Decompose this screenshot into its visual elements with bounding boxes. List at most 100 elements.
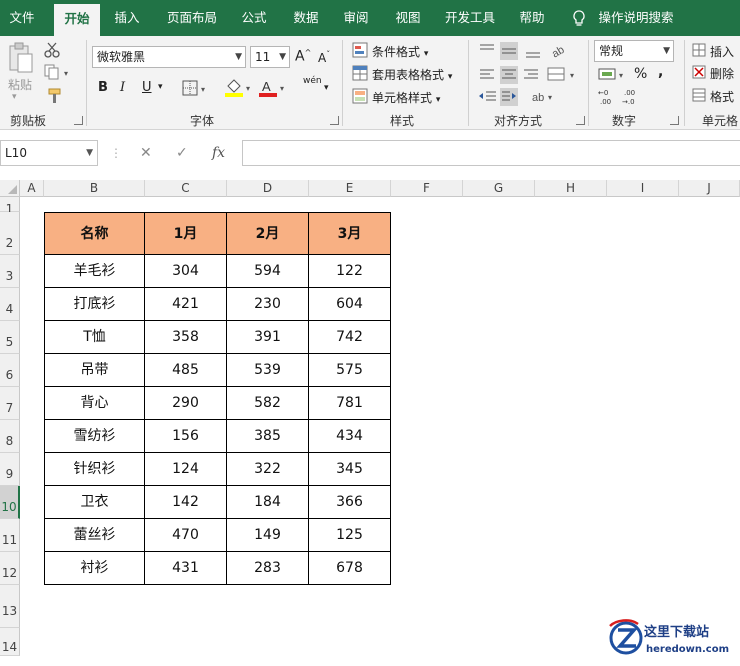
underline-dropdown[interactable]: ▾ bbox=[158, 82, 163, 92]
table-header-cell[interactable]: 1月 bbox=[145, 212, 227, 255]
phonetic-dropdown[interactable]: ▾ bbox=[324, 83, 329, 93]
table-cell[interactable]: 781 bbox=[309, 387, 391, 420]
table-cell[interactable]: 122 bbox=[309, 255, 391, 288]
row-header[interactable]: 6 bbox=[0, 354, 20, 387]
table-cell[interactable]: 打底衫 bbox=[44, 288, 145, 321]
table-cell[interactable]: 582 bbox=[227, 387, 309, 420]
column-header[interactable]: J bbox=[679, 180, 740, 197]
table-cell[interactable]: 背心 bbox=[44, 387, 145, 420]
table-header-cell[interactable]: 3月 bbox=[309, 212, 391, 255]
tab-insert[interactable]: 插入 bbox=[104, 0, 150, 36]
row-header[interactable]: 7 bbox=[0, 387, 20, 420]
table-cell[interactable]: 575 bbox=[309, 354, 391, 387]
column-header[interactable]: A bbox=[20, 180, 44, 197]
table-cell[interactable]: 434 bbox=[309, 420, 391, 453]
font-size-select[interactable]: 11 ▼ bbox=[250, 46, 290, 68]
number-launcher-icon[interactable] bbox=[670, 116, 679, 125]
table-cell[interactable]: 594 bbox=[227, 255, 309, 288]
table-cell[interactable]: 124 bbox=[145, 453, 227, 486]
bold-button[interactable]: B bbox=[98, 80, 108, 95]
row-header[interactable]: 11 bbox=[0, 519, 20, 552]
shrink-font-button[interactable]: Aˇ bbox=[318, 50, 330, 65]
paste-button[interactable]: 粘贴 bbox=[8, 76, 32, 93]
table-cell[interactable]: 345 bbox=[309, 453, 391, 486]
font-color-icon[interactable]: A ▾ bbox=[258, 78, 288, 98]
tab-page-layout[interactable]: 页面布局 bbox=[162, 0, 222, 36]
formula-input[interactable] bbox=[242, 140, 740, 166]
indent-icon[interactable]: ab ▾ bbox=[478, 88, 558, 106]
column-header[interactable]: H bbox=[535, 180, 607, 197]
format-as-table-button[interactable]: 套用表格格式 ▾ bbox=[372, 66, 452, 83]
italic-button[interactable]: I bbox=[120, 80, 125, 95]
row-header[interactable]: 4 bbox=[0, 288, 20, 321]
tab-file[interactable]: 文件 bbox=[0, 0, 44, 36]
table-cell[interactable]: 125 bbox=[309, 519, 391, 552]
table-cell[interactable]: 184 bbox=[227, 486, 309, 519]
column-header[interactable]: E bbox=[309, 180, 391, 197]
insert-cells-button[interactable]: 插入 bbox=[710, 43, 734, 60]
conditional-formatting-button[interactable]: 条件格式 ▾ bbox=[372, 43, 428, 60]
column-header[interactable]: F bbox=[391, 180, 463, 197]
tab-view[interactable]: 视图 bbox=[386, 0, 430, 36]
tab-formulas[interactable]: 公式 bbox=[232, 0, 276, 36]
copy-icon[interactable]: ▾ bbox=[44, 64, 72, 80]
table-cell[interactable]: 卫衣 bbox=[44, 486, 145, 519]
accounting-format-icon[interactable]: ▾ bbox=[598, 66, 628, 82]
row-header[interactable]: 13 bbox=[0, 585, 20, 628]
comma-style-button[interactable]: , bbox=[658, 64, 663, 80]
column-header[interactable]: B bbox=[44, 180, 145, 197]
table-cell[interactable]: 290 bbox=[145, 387, 227, 420]
font-launcher-icon[interactable] bbox=[330, 116, 339, 125]
tell-me-search[interactable]: 操作说明搜索 bbox=[596, 0, 676, 36]
fill-color-icon[interactable]: ▾ bbox=[224, 78, 254, 98]
confirm-entry-button[interactable]: ✓ bbox=[176, 140, 188, 166]
table-cell[interactable]: 142 bbox=[145, 486, 227, 519]
cancel-entry-button[interactable]: ✕ bbox=[140, 140, 152, 166]
column-header[interactable]: I bbox=[607, 180, 679, 197]
row-header[interactable]: 10 bbox=[0, 486, 20, 519]
table-cell[interactable]: 304 bbox=[145, 255, 227, 288]
table-cell[interactable]: T恤 bbox=[44, 321, 145, 354]
table-cell[interactable]: 742 bbox=[309, 321, 391, 354]
row-header[interactable]: 5 bbox=[0, 321, 20, 354]
table-cell[interactable]: 431 bbox=[145, 552, 227, 585]
horizontal-align-icon[interactable]: ▾ bbox=[478, 66, 588, 84]
table-cell[interactable]: 358 bbox=[145, 321, 227, 354]
table-cell[interactable]: 678 bbox=[309, 552, 391, 585]
format-cells-button[interactable]: 格式 bbox=[710, 88, 734, 105]
delete-cells-button[interactable]: 删除 bbox=[710, 65, 734, 82]
paste-dropdown[interactable]: ▾ bbox=[12, 92, 17, 102]
table-cell[interactable]: 421 bbox=[145, 288, 227, 321]
phonetic-guide-button[interactable]: wén bbox=[303, 76, 322, 86]
orientation-icon[interactable]: ab bbox=[550, 42, 566, 58]
table-cell[interactable]: 230 bbox=[227, 288, 309, 321]
table-header-cell[interactable]: 名称 bbox=[44, 212, 145, 255]
percent-style-button[interactable]: % bbox=[634, 66, 647, 82]
tab-home[interactable]: 开始 bbox=[54, 4, 100, 36]
clipboard-launcher-icon[interactable] bbox=[74, 116, 83, 125]
row-header[interactable]: 9 bbox=[0, 453, 20, 486]
table-cell[interactable]: 366 bbox=[309, 486, 391, 519]
table-cell[interactable]: 衬衫 bbox=[44, 552, 145, 585]
table-cell[interactable]: 156 bbox=[145, 420, 227, 453]
format-painter-icon[interactable] bbox=[44, 88, 62, 104]
table-cell[interactable]: 283 bbox=[227, 552, 309, 585]
number-format-select[interactable]: 常规 ▼ bbox=[594, 40, 674, 62]
underline-button[interactable]: U bbox=[142, 80, 152, 95]
table-cell[interactable]: 485 bbox=[145, 354, 227, 387]
row-header[interactable]: 14 bbox=[0, 628, 20, 656]
tab-review[interactable]: 审阅 bbox=[334, 0, 378, 36]
table-cell[interactable]: 385 bbox=[227, 420, 309, 453]
row-header[interactable]: 3 bbox=[0, 255, 20, 288]
column-header[interactable]: C bbox=[145, 180, 227, 197]
name-box[interactable]: L10 ▼ bbox=[0, 140, 98, 166]
table-cell[interactable]: 雪纺衫 bbox=[44, 420, 145, 453]
tab-developer[interactable]: 开发工具 bbox=[440, 0, 500, 36]
vertical-align-icon[interactable] bbox=[478, 42, 548, 60]
increase-decimal-icon[interactable]: ←0.00 bbox=[598, 88, 620, 106]
table-cell[interactable]: 针织衫 bbox=[44, 453, 145, 486]
table-cell[interactable]: 539 bbox=[227, 354, 309, 387]
table-cell[interactable]: 604 bbox=[309, 288, 391, 321]
paste-icon[interactable] bbox=[8, 42, 34, 74]
row-header[interactable]: 1 bbox=[0, 197, 20, 216]
